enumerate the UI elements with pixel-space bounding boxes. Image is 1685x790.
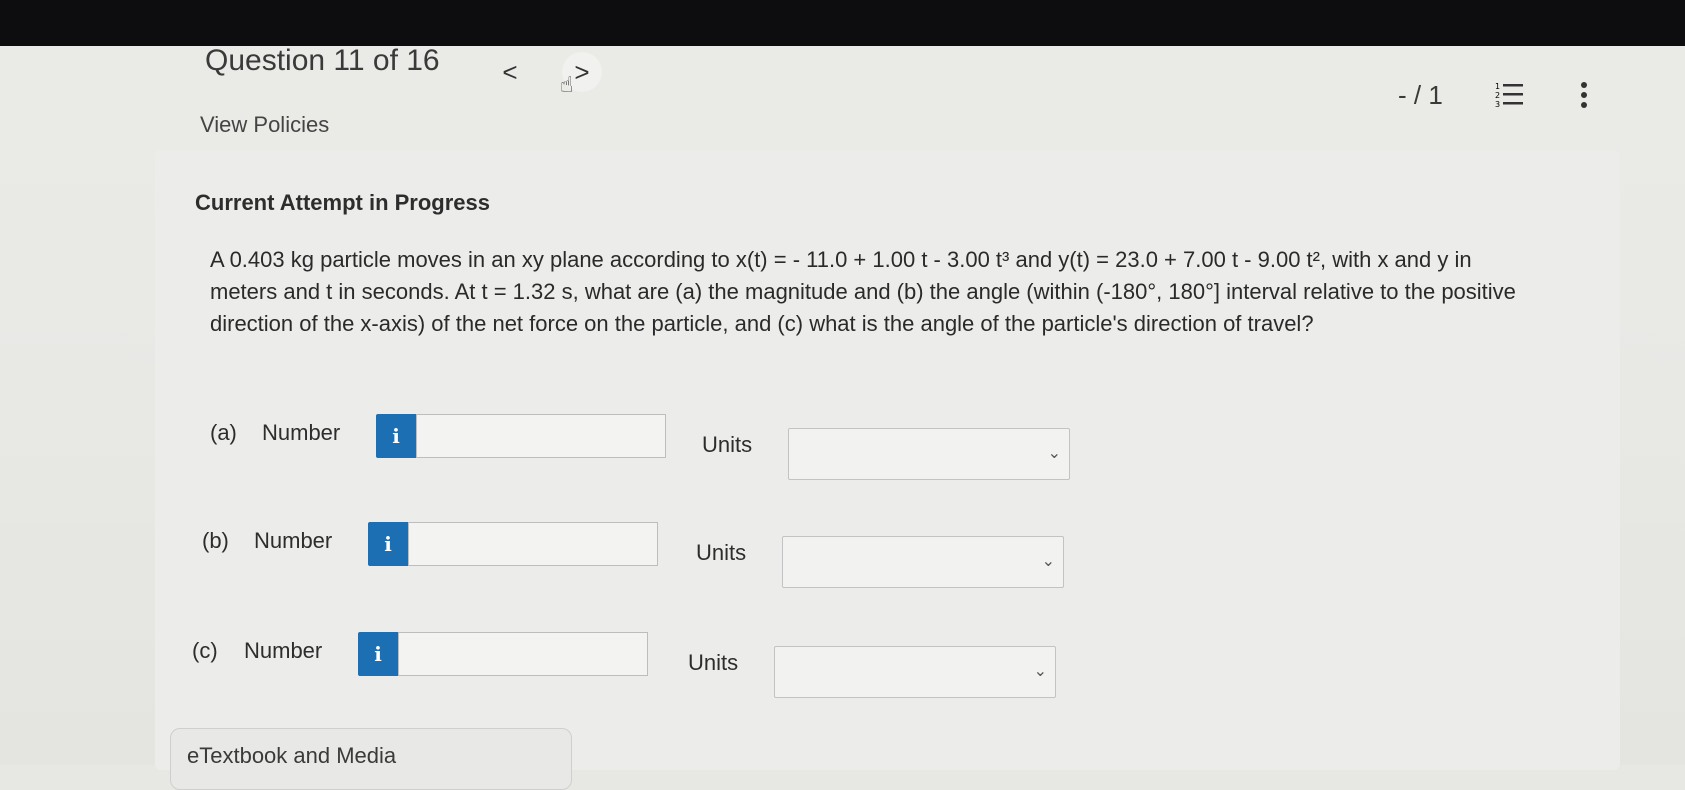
part-label: (c) bbox=[192, 638, 218, 663]
previous-question-button[interactable]: < bbox=[490, 52, 530, 92]
part-label: (b) bbox=[202, 528, 229, 553]
part-label: (a) bbox=[210, 420, 237, 445]
units-label: Units bbox=[696, 540, 747, 565]
svg-text:2: 2 bbox=[1495, 91, 1500, 100]
number-input-b[interactable] bbox=[408, 522, 658, 566]
etextbook-panel[interactable]: eTextbook and Media bbox=[170, 728, 572, 790]
units-dropdown-c[interactable]: ⌄ bbox=[774, 646, 1056, 698]
info-button[interactable]: i bbox=[368, 522, 408, 566]
number-label: Number bbox=[254, 528, 333, 553]
number-input-a[interactable] bbox=[416, 414, 666, 458]
units-dropdown-a[interactable]: ⌄ bbox=[788, 428, 1070, 480]
question-header: Question 11 of 16 < > ☝ View Policies - … bbox=[0, 0, 1685, 150]
number-input-c[interactable] bbox=[398, 632, 648, 676]
more-options-icon[interactable] bbox=[1578, 80, 1590, 110]
hand-pointer-icon: ☝ bbox=[560, 72, 574, 97]
page: Question 11 of 16 < > ☝ View Policies - … bbox=[0, 0, 1685, 790]
attempt-status: Current Attempt in Progress bbox=[195, 190, 491, 215]
units-dropdown-b[interactable]: ⌄ bbox=[782, 536, 1064, 588]
number-label: Number bbox=[244, 638, 323, 663]
question-counter: Question 11 of 16 bbox=[205, 44, 440, 77]
svg-text:1: 1 bbox=[1495, 82, 1500, 91]
problem-line-3: direction of the x-axis) of the net forc… bbox=[210, 311, 1314, 336]
svg-text:3: 3 bbox=[1495, 100, 1500, 109]
chevron-down-icon: ⌄ bbox=[1033, 663, 1047, 680]
chevron-down-icon: ⌄ bbox=[1047, 445, 1061, 462]
view-policies-link[interactable]: View Policies bbox=[200, 112, 329, 138]
problem-statement: A 0.403 kg particle moves in an xy plane… bbox=[210, 244, 1590, 340]
units-label: Units bbox=[702, 432, 753, 457]
answer-row-a: (a) Number i Units ⌄ bbox=[210, 410, 1110, 480]
problem-line-1: A 0.403 kg particle moves in an xy plane… bbox=[210, 247, 1472, 272]
etextbook-label: eTextbook and Media bbox=[187, 743, 397, 768]
units-label: Units bbox=[688, 650, 739, 675]
info-button[interactable]: i bbox=[358, 632, 398, 676]
question-list-icon[interactable]: 1 2 3 bbox=[1495, 80, 1525, 110]
number-label: Number bbox=[262, 420, 341, 445]
score-display: - / 1 bbox=[1398, 80, 1443, 110]
answer-row-c: (c) Number i Units ⌄ bbox=[192, 628, 1092, 698]
problem-line-2: meters and t in seconds. At t = 1.32 s, … bbox=[210, 279, 1516, 304]
answer-row-b: (b) Number i Units ⌄ bbox=[202, 518, 1102, 588]
info-button[interactable]: i bbox=[376, 414, 416, 458]
chevron-down-icon: ⌄ bbox=[1041, 553, 1055, 570]
